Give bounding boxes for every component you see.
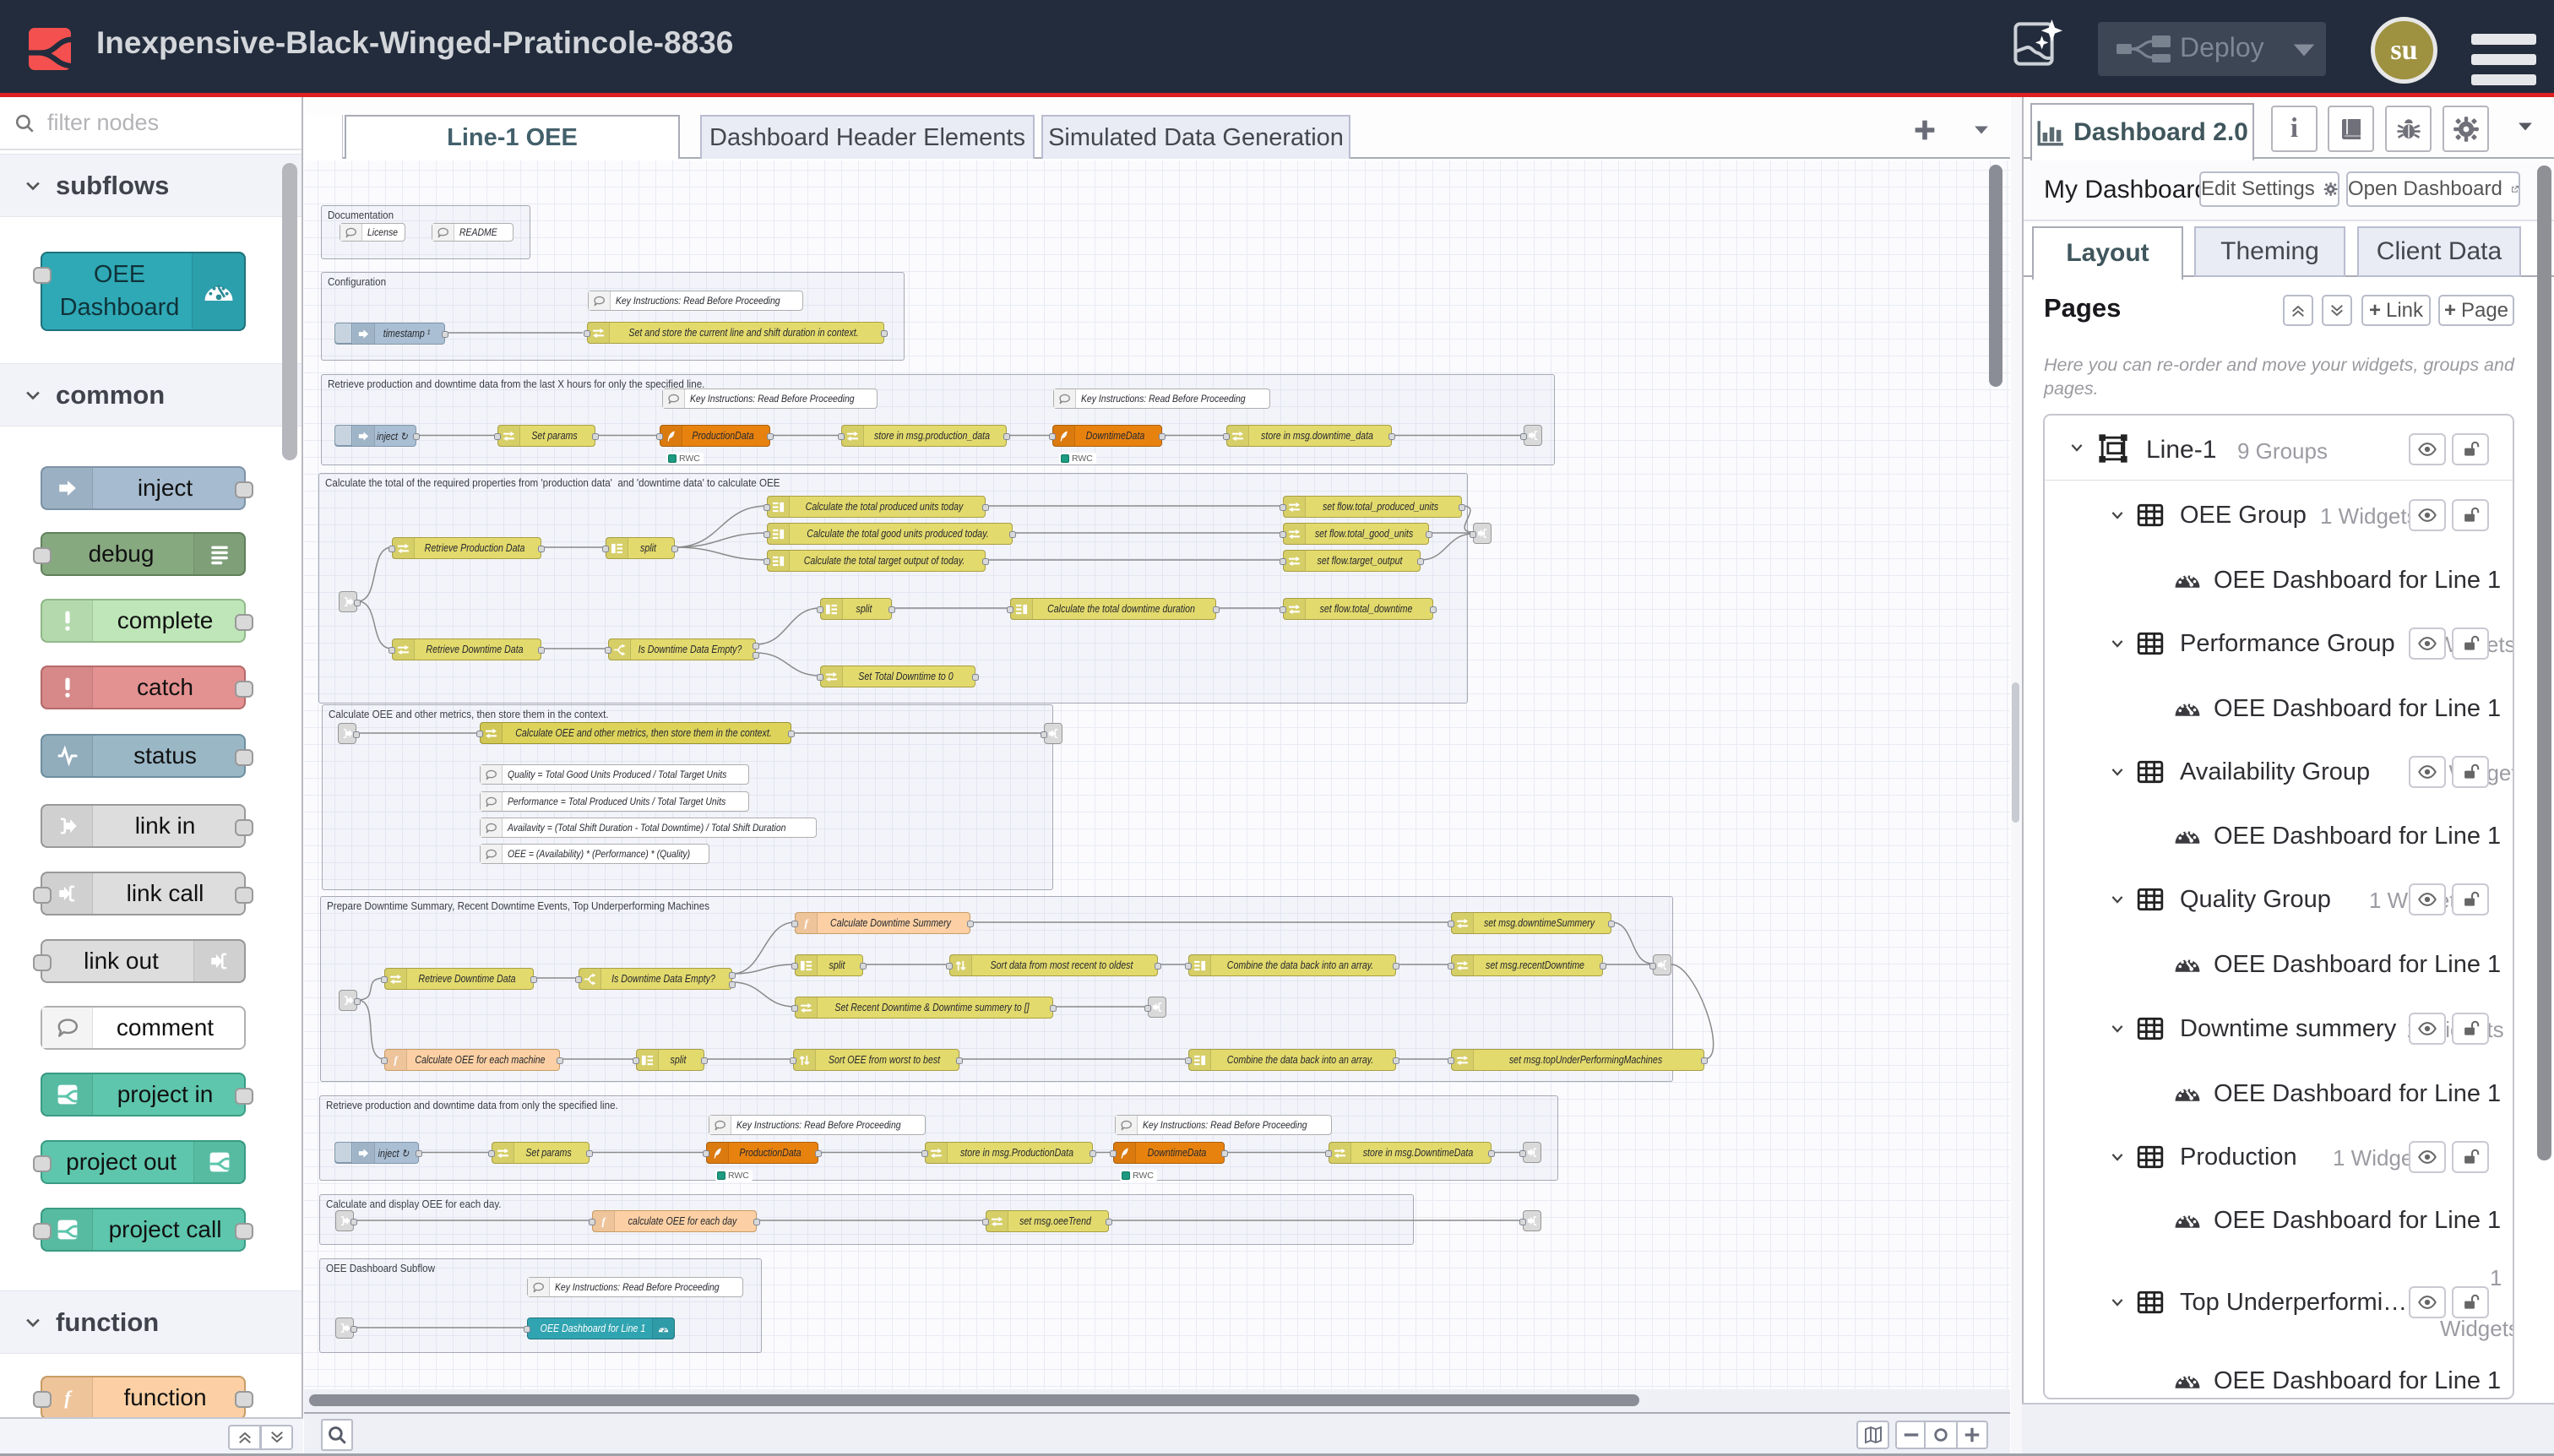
svg-text:f: f [394, 1054, 399, 1067]
svg-text:f: f [804, 917, 809, 930]
svg-text:f: f [601, 1215, 606, 1228]
svg-text:f: f [64, 1387, 73, 1408]
